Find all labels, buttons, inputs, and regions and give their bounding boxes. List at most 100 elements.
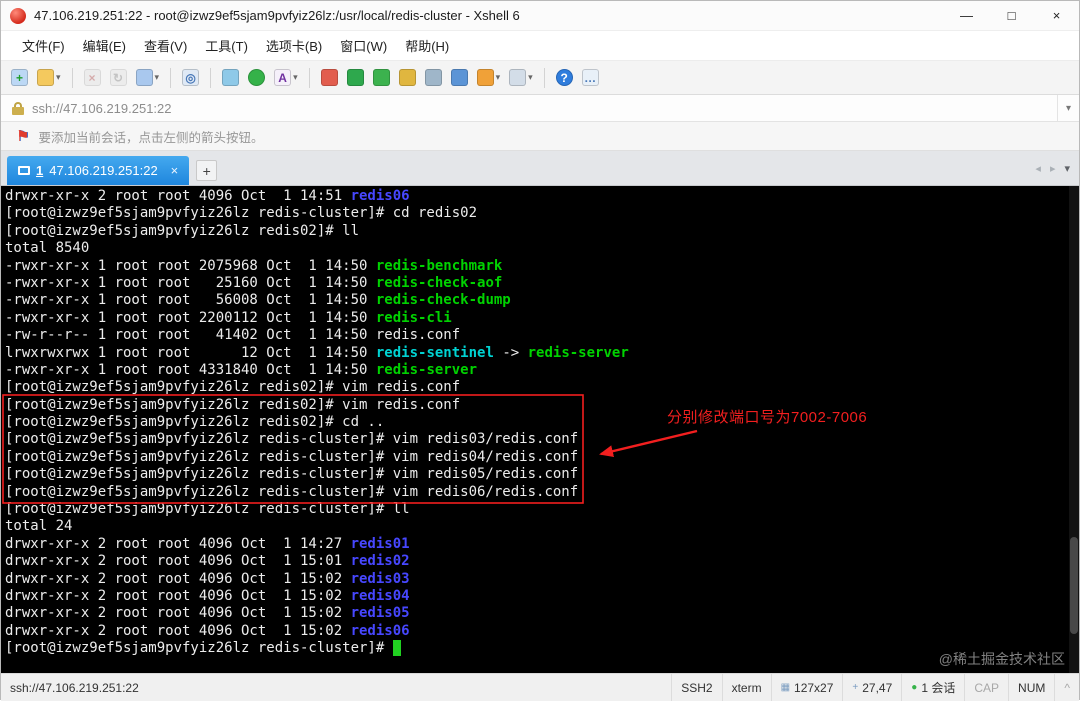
menu-item-4[interactable]: 选项卡(B) bbox=[257, 31, 331, 60]
session-tab-index: 1 bbox=[36, 163, 43, 178]
terminal-line: [root@izwz9ef5sjam9pvfyiz26lz redis-clus… bbox=[5, 640, 1079, 657]
toolbar-separator bbox=[210, 68, 211, 88]
terminal-line: -rwxr-xr-x 1 root root 25160 Oct 1 14:50… bbox=[5, 275, 1079, 292]
window-title: 47.106.219.251:22 - root@izwz9ef5sjam9pv… bbox=[34, 8, 520, 23]
terminal-line: drwxr-xr-x 2 root root 4096 Oct 1 15:02 … bbox=[5, 605, 1079, 622]
status-bar: ssh://47.106.219.251:22 SSH2xterm▦127x27… bbox=[1, 673, 1079, 701]
terminal-line: [root@izwz9ef5sjam9pvfyiz26lz redis-clus… bbox=[5, 205, 1079, 222]
terminal-line: total 8540 bbox=[5, 240, 1079, 257]
terminal-line: [root@izwz9ef5sjam9pvfyiz26lz redis-clus… bbox=[5, 501, 1079, 518]
title-bar: 47.106.219.251:22 - root@izwz9ef5sjam9pv… bbox=[1, 1, 1079, 31]
toolbar-separator bbox=[72, 68, 73, 88]
terminal-line: drwxr-xr-x 2 root root 4096 Oct 1 15:02 … bbox=[5, 623, 1079, 640]
session-tab-monitor-icon bbox=[18, 166, 30, 175]
disconnect-icon[interactable]: × bbox=[82, 67, 103, 88]
terminal-icon[interactable] bbox=[345, 67, 366, 88]
terminal-line: [root@izwz9ef5sjam9pvfyiz26lz redis-clus… bbox=[5, 466, 1079, 483]
status-session-count: ●1 会话 bbox=[901, 674, 964, 701]
flag-icon[interactable]: ⚑ bbox=[16, 127, 29, 145]
status-protocol: SSH2 bbox=[671, 674, 721, 701]
watermark: @稀土掘金技术社区 bbox=[939, 649, 1065, 669]
menu-item-5[interactable]: 窗口(W) bbox=[331, 31, 396, 60]
menu-item-0[interactable]: 文件(F) bbox=[13, 31, 74, 60]
terminal-line: -rwxr-xr-x 1 root root 4331840 Oct 1 14:… bbox=[5, 362, 1079, 379]
address-dropdown-icon[interactable]: ▾ bbox=[1057, 95, 1079, 121]
dropdown-caret-icon: ▾ bbox=[155, 72, 160, 83]
session-lock-icon bbox=[12, 102, 24, 115]
terminal-line: [root@izwz9ef5sjam9pvfyiz26lz redis-clus… bbox=[5, 431, 1079, 448]
folder-orange-icon[interactable]: ▾ bbox=[475, 67, 503, 88]
terminal-line: drwxr-xr-x 2 root root 4096 Oct 1 15:02 … bbox=[5, 571, 1079, 588]
status-terminal-type: xterm bbox=[722, 674, 771, 701]
dropdown-caret-icon: ▾ bbox=[496, 72, 501, 83]
reconnect-icon[interactable]: ↻ bbox=[108, 67, 129, 88]
layout-icon[interactable]: ▾ bbox=[507, 67, 535, 88]
send-icon[interactable] bbox=[319, 67, 340, 88]
terminal-line: -rwxr-xr-x 1 root root 2200112 Oct 1 14:… bbox=[5, 310, 1079, 327]
status-size: ▦127x27 bbox=[771, 674, 843, 701]
tab-nav: ◂ ▸ ▾ bbox=[1035, 151, 1070, 185]
terminal[interactable]: drwxr-xr-x 2 root root 4096 Oct 1 14:51 … bbox=[1, 186, 1079, 673]
find-icon[interactable]: ◎ bbox=[180, 67, 201, 88]
hint-text: 要添加当前会话，点击左侧的箭头按钮。 bbox=[38, 127, 263, 146]
minimize-button[interactable]: — bbox=[944, 1, 989, 30]
maximize-button[interactable]: □ bbox=[989, 1, 1034, 30]
status-address: ssh://47.106.219.251:22 bbox=[10, 681, 139, 695]
toolbar-separator bbox=[170, 68, 171, 88]
new-tab-button[interactable]: + bbox=[196, 160, 217, 181]
hint-bar: ⚑ 要添加当前会话，点击左侧的箭头按钮。 bbox=[1, 122, 1079, 151]
terminal-line: lrwxrwxrwx 1 root root 12 Oct 1 14:50 re… bbox=[5, 345, 1079, 362]
terminal-line: -rwxr-xr-x 1 root root 2075968 Oct 1 14:… bbox=[5, 258, 1079, 275]
help-icon[interactable]: ? bbox=[554, 67, 575, 88]
address-text[interactable]: ssh://47.106.219.251:22 bbox=[32, 101, 1049, 116]
menu-item-3[interactable]: 工具(T) bbox=[196, 31, 257, 60]
session-tab[interactable]: 1 47.106.219.251:22 × bbox=[7, 156, 189, 185]
lock-icon[interactable] bbox=[397, 67, 418, 88]
terminal-output: drwxr-xr-x 2 root root 4096 Oct 1 14:51 … bbox=[1, 186, 1079, 658]
terminal-line: -rwxr-xr-x 1 root root 56008 Oct 1 14:50… bbox=[5, 292, 1079, 309]
terminal-line: [root@izwz9ef5sjam9pvfyiz26lz redis02]# … bbox=[5, 414, 1079, 431]
open-session-icon[interactable]: ▾ bbox=[35, 67, 63, 88]
address-bar: ssh://47.106.219.251:22 ▾ bbox=[1, 95, 1079, 122]
chat-icon[interactable]: … bbox=[580, 67, 601, 88]
status-num-lock: NUM bbox=[1008, 674, 1054, 701]
close-button[interactable]: × bbox=[1034, 1, 1079, 30]
file-transfer-icon[interactable]: ▾ bbox=[134, 67, 162, 88]
terminal-line: drwxr-xr-x 2 root root 4096 Oct 1 14:51 … bbox=[5, 188, 1079, 205]
toolbar-separator bbox=[309, 68, 310, 88]
new-session-icon[interactable]: + bbox=[9, 67, 30, 88]
tab-close-icon[interactable]: × bbox=[171, 163, 179, 178]
menu-bar: 文件(F)编辑(E)查看(V)工具(T)选项卡(B)窗口(W)帮助(H) bbox=[1, 31, 1079, 61]
chart-icon[interactable] bbox=[423, 67, 444, 88]
font-icon[interactable]: A▾ bbox=[272, 67, 300, 88]
terminal-line: drwxr-xr-x 2 root root 4096 Oct 1 15:02 … bbox=[5, 588, 1079, 605]
dropdown-caret-icon: ▾ bbox=[56, 72, 61, 83]
terminal-line: [root@izwz9ef5sjam9pvfyiz26lz redis02]# … bbox=[5, 397, 1079, 414]
status-caps-lock: CAP bbox=[964, 674, 1008, 701]
tab-scroll-left-icon[interactable]: ◂ bbox=[1035, 162, 1041, 175]
tab-bar: 1 47.106.219.251:22 × + ◂ ▸ ▾ bbox=[1, 151, 1079, 186]
terminal-line: [root@izwz9ef5sjam9pvfyiz26lz redis-clus… bbox=[5, 484, 1079, 501]
xshell-window: { "window": { "title": "47.106.219.251:2… bbox=[0, 0, 1080, 700]
terminal-line: -rw-r--r-- 1 root root 41402 Oct 1 14:50… bbox=[5, 327, 1079, 344]
terminal-line: total 24 bbox=[5, 518, 1079, 535]
pen-icon[interactable] bbox=[449, 67, 470, 88]
terminal-line: [root@izwz9ef5sjam9pvfyiz26lz redis02]# … bbox=[5, 223, 1079, 240]
window-controls: — □ × bbox=[944, 1, 1079, 30]
scrollbar-thumb[interactable] bbox=[1070, 537, 1078, 634]
menu-item-1[interactable]: 编辑(E) bbox=[74, 31, 135, 60]
tab-scroll-right-icon[interactable]: ▸ bbox=[1050, 162, 1056, 175]
annotation-note: 分别修改端口号为7002-7006 bbox=[667, 406, 867, 427]
terminal-scrollbar[interactable] bbox=[1069, 186, 1079, 673]
fullscreen-icon[interactable] bbox=[371, 67, 392, 88]
terminal-line: [root@izwz9ef5sjam9pvfyiz26lz redis-clus… bbox=[5, 449, 1079, 466]
tab-list-dropdown-icon[interactable]: ▾ bbox=[1064, 162, 1070, 175]
menu-item-2[interactable]: 查看(V) bbox=[135, 31, 196, 60]
status-items: SSH2xterm▦127x27+27,47●1 会话CAPNUM^ bbox=[671, 674, 1079, 701]
menu-item-6[interactable]: 帮助(H) bbox=[396, 31, 458, 60]
session-tab-label: 47.106.219.251:22 bbox=[49, 163, 157, 178]
status-caret: ^ bbox=[1054, 674, 1079, 701]
dropdown-caret-icon: ▾ bbox=[528, 72, 533, 83]
properties-icon[interactable] bbox=[220, 67, 241, 88]
connect-icon[interactable] bbox=[246, 67, 267, 88]
